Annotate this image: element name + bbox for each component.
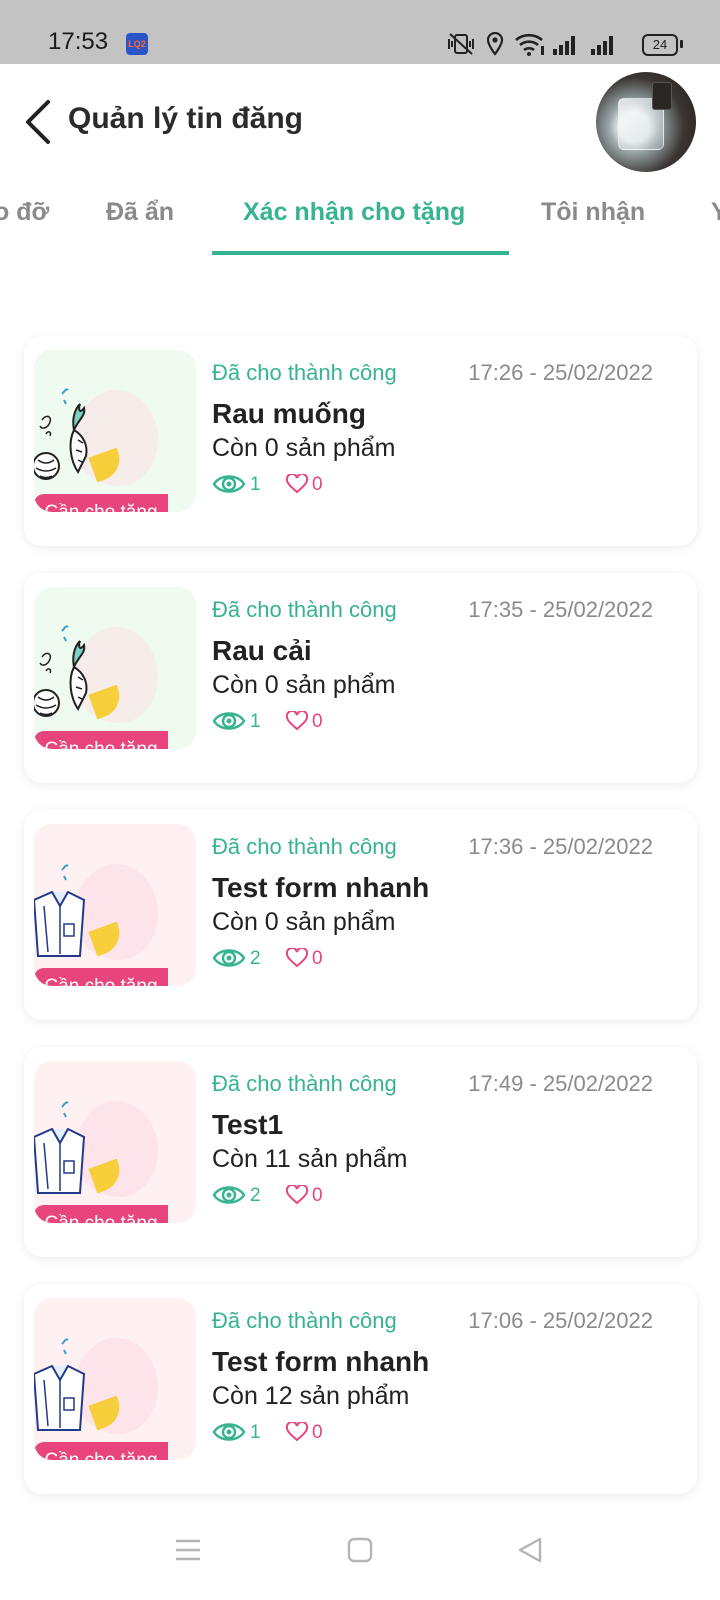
status-bar: 17:53 LQ2 24 xyxy=(0,0,720,64)
back-button[interactable] xyxy=(22,94,62,150)
listing-thumbnail: Cần cho tặng xyxy=(34,1061,196,1223)
system-nav-bar xyxy=(0,1508,720,1600)
listing-status: Đã cho thành công xyxy=(212,1071,397,1096)
shirt-icon xyxy=(34,1101,86,1194)
vibrate-off-icon xyxy=(448,33,474,55)
avatar-bottle-cap xyxy=(652,82,672,110)
listing-date: 17:26 - 25/02/2022 xyxy=(468,360,653,385)
heart-icon xyxy=(286,711,308,731)
listing-title: Test form nhanh xyxy=(212,872,430,903)
home-square-icon[interactable] xyxy=(346,1536,374,1564)
heart-icon xyxy=(286,1185,308,1205)
listing-date: 17:35 - 25/02/2022 xyxy=(468,597,653,622)
battery-nub xyxy=(680,40,683,48)
listing-card[interactable]: Cần cho tặng Đã cho thành công 17:06 - 2… xyxy=(24,1284,697,1494)
listing-remaining: Còn 0 sản phẩm xyxy=(212,908,396,936)
like-count: 0 xyxy=(312,711,323,732)
view-count: 1 xyxy=(250,711,261,732)
tab-ho-tro[interactable]: o đỡ xyxy=(0,198,49,227)
listing-date: 17:49 - 25/02/2022 xyxy=(468,1071,653,1096)
listing-remaining: Còn 0 sản phẩm xyxy=(212,434,396,462)
like-count: 0 xyxy=(312,474,323,495)
eye-icon xyxy=(212,475,246,493)
avatar[interactable] xyxy=(596,72,696,172)
listing-date: 17:36 - 25/02/2022 xyxy=(468,834,653,859)
listing-status: Đã cho thành công xyxy=(212,360,397,385)
menu-icon[interactable] xyxy=(174,1536,202,1564)
listing-title: Test form nhanh xyxy=(212,1346,430,1377)
chevron-left-icon xyxy=(26,100,50,144)
status-badge: Cần cho tặng xyxy=(34,1442,168,1460)
battery-icon: 24 xyxy=(642,34,678,56)
eye-icon xyxy=(212,712,246,730)
listing-thumbnail: Cần cho tặng xyxy=(34,824,196,986)
listing-card[interactable]: Cần cho tặng Đã cho thành công 17:35 - 2… xyxy=(24,573,697,783)
listing-status: Đã cho thành công xyxy=(212,1308,397,1333)
like-count: 0 xyxy=(312,1185,323,1206)
tab-toi-nhan[interactable]: Tôi nhận xyxy=(541,198,645,227)
listing-thumbnail: Cần cho tặng xyxy=(34,350,196,512)
view-count: 1 xyxy=(250,474,261,495)
listing-remaining: Còn 12 sản phẩm xyxy=(212,1382,410,1410)
listing-title: Rau muống xyxy=(212,398,366,429)
tab-da-an[interactable]: Đã ẩn xyxy=(106,198,174,227)
listing-card[interactable]: Cần cho tặng Đã cho thành công 17:26 - 2… xyxy=(24,336,697,546)
eye-icon xyxy=(212,1423,246,1441)
eye-icon xyxy=(212,1186,246,1204)
signal-icon xyxy=(591,36,613,55)
listing-card[interactable]: Cần cho tặng Đã cho thành công 17:36 - 2… xyxy=(24,810,697,1020)
wifi-icon xyxy=(515,33,544,56)
eye-icon xyxy=(212,949,246,967)
listing-title: Rau cải xyxy=(212,635,312,666)
back-triangle-icon[interactable] xyxy=(516,1536,544,1564)
tab-next[interactable]: Y xyxy=(711,198,720,227)
heart-icon xyxy=(286,474,308,494)
view-count: 2 xyxy=(250,948,261,969)
like-count: 0 xyxy=(312,1422,323,1443)
listing-date: 17:06 - 25/02/2022 xyxy=(468,1308,653,1333)
shirt-icon xyxy=(34,1338,86,1431)
listing-remaining: Còn 0 sản phẩm xyxy=(212,671,396,699)
shirt-icon xyxy=(34,864,86,957)
listing-thumbnail: Cần cho tặng xyxy=(34,587,196,749)
status-time: 17:53 xyxy=(48,28,109,55)
status-badge: Cần cho tặng xyxy=(34,731,168,749)
listing-card[interactable]: Cần cho tặng Đã cho thành công 17:49 - 2… xyxy=(24,1047,697,1257)
listing-thumbnail: Cần cho tặng xyxy=(34,1298,196,1460)
signal-icon xyxy=(553,36,575,55)
listing-remaining: Còn 11 sản phẩm xyxy=(212,1145,408,1173)
vegetables-icon xyxy=(34,388,88,480)
active-tab-indicator xyxy=(212,251,509,255)
listing-title: Test1 xyxy=(212,1109,284,1140)
vegetables-icon xyxy=(34,625,88,717)
tab-bar: o đỡ Đã ẩn Xác nhận cho tặng Tôi nhận Y xyxy=(0,180,720,256)
location-icon xyxy=(486,32,504,56)
heart-icon xyxy=(286,1422,308,1442)
page-title: Quản lý tin đăng xyxy=(68,102,304,135)
heart-icon xyxy=(286,948,308,968)
status-badge: Cần cho tặng xyxy=(34,1205,168,1223)
status-badge: Cần cho tặng xyxy=(34,968,168,986)
listing-status: Đã cho thành công xyxy=(212,597,397,622)
status-badge: Cần cho tặng xyxy=(34,494,168,512)
tab-xac-nhan-cho-tang[interactable]: Xác nhận cho tặng xyxy=(243,198,465,227)
app-header: Quản lý tin đăng xyxy=(0,64,720,180)
app-notification-icon: LQ2 xyxy=(126,33,148,55)
view-count: 1 xyxy=(250,1422,261,1443)
view-count: 2 xyxy=(250,1185,261,1206)
like-count: 0 xyxy=(312,948,323,969)
listing-status: Đã cho thành công xyxy=(212,834,397,859)
